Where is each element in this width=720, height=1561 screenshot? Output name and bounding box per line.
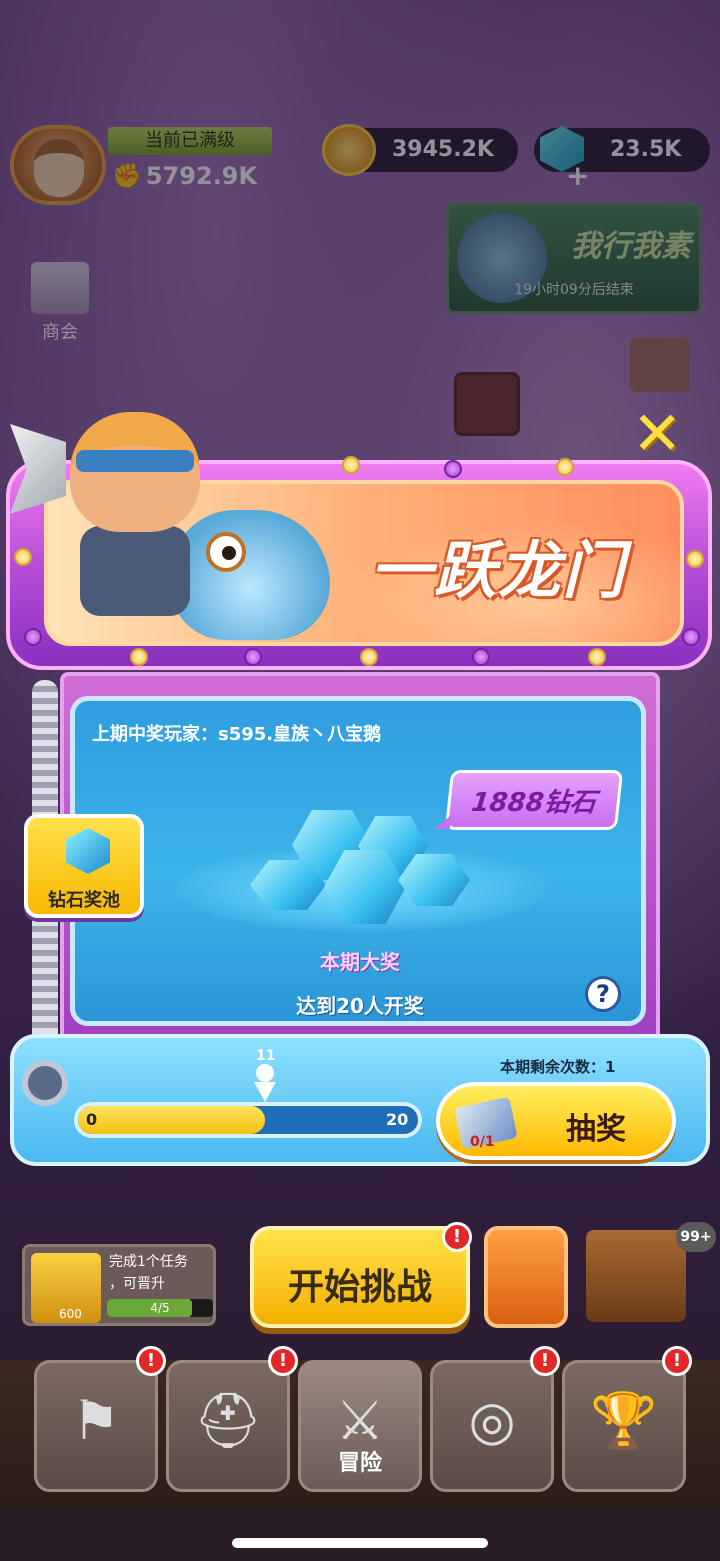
flag-sword-icon: ⚑	[71, 1389, 121, 1452]
diamond-pool-label: 钻石奖池	[48, 890, 120, 911]
alert-badge: !	[136, 1346, 166, 1376]
trophy-icon: 🏆	[590, 1389, 658, 1452]
nav-banner[interactable]: ⚑	[34, 1360, 158, 1492]
task-text-line1: 完成1个任务	[109, 1254, 188, 1270]
bulb-light	[244, 648, 262, 666]
nav-adventure[interactable]: ⚔ 冒险	[298, 1360, 422, 1492]
nav-adventure-label: 冒险	[337, 1451, 382, 1476]
nav-helmet[interactable]: ⛑	[166, 1360, 290, 1492]
hero-body	[80, 526, 190, 616]
bulb-light	[682, 628, 700, 646]
bulb-light	[130, 648, 148, 666]
progress-min: 0	[86, 1110, 98, 1129]
task-reward: 600	[59, 1307, 82, 1321]
remaining-attempts: 本期剩余次数：1	[500, 1058, 616, 1076]
nav-trophy[interactable]: 🏆	[562, 1360, 686, 1492]
treasure-chest-icon[interactable]	[586, 1230, 686, 1322]
shield-sword-button[interactable]	[484, 1226, 568, 1328]
lever-knob	[22, 1060, 68, 1106]
chest-count-badge: 99+	[676, 1222, 716, 1252]
marker-body	[254, 1082, 276, 1102]
bulb-light	[588, 648, 606, 666]
marker-head	[256, 1064, 274, 1082]
bulb-light	[472, 648, 490, 666]
modal-title: 一跃龙门	[370, 534, 627, 607]
bulb-light	[342, 456, 360, 474]
diamond-pool-button[interactable]: 钻石奖池	[24, 814, 144, 918]
home-indicator[interactable]	[232, 1538, 488, 1548]
grand-prize-label: 本期大奖	[320, 950, 400, 974]
alert-badge: !	[530, 1346, 560, 1376]
bulb-light	[556, 458, 574, 476]
start-challenge-label: 开始挑战	[287, 1267, 432, 1308]
help-icon[interactable]: ?	[585, 976, 621, 1012]
gem-icon	[66, 828, 110, 874]
progress-current: 11	[256, 1048, 276, 1064]
task-progress-bar: 4/5	[107, 1299, 213, 1317]
bulb-light	[360, 648, 378, 666]
viking-helmet-icon: ⛑	[193, 1389, 263, 1452]
close-icon[interactable]: ✕	[632, 404, 682, 464]
bulb-light	[686, 550, 704, 568]
promotion-task-card[interactable]: 600 完成1个任务 ，可晋升 4/5	[22, 1244, 216, 1326]
last-winner-text: 上期中奖玩家：s595.皇族丶八宝鹅	[92, 724, 382, 745]
target-icon: ◎	[468, 1389, 516, 1452]
prize-tag: 1888钻石	[444, 770, 624, 830]
progress-max: 20	[386, 1110, 409, 1129]
participant-progress-bar	[74, 1102, 422, 1138]
hero-character	[10, 402, 260, 642]
crossed-swords-icon: ⚔	[335, 1389, 385, 1452]
banner-icon: 600	[31, 1253, 101, 1323]
progress-fill	[78, 1106, 265, 1134]
task-text: 完成1个任务 ，可晋升	[109, 1251, 188, 1295]
hero-blindfold	[76, 450, 194, 472]
draw-button[interactable]: 0/1 抽奖	[436, 1082, 676, 1160]
task-progress-text: 4/5	[150, 1301, 170, 1315]
start-challenge-button[interactable]: 开始挑战	[250, 1226, 470, 1328]
task-text-line2: ，可晋升	[109, 1276, 165, 1292]
diamond-pile-icon	[250, 790, 480, 930]
nav-target[interactable]: ◎	[430, 1360, 554, 1492]
draw-label: 抽奖	[566, 1112, 626, 1147]
alert-badge: !	[268, 1346, 298, 1376]
alert-badge: !	[442, 1222, 472, 1252]
hero-head	[70, 412, 200, 532]
person-marker-icon	[254, 1064, 276, 1106]
alert-badge: !	[662, 1346, 692, 1376]
ticket-count: 0/1	[470, 1134, 495, 1150]
bulb-light	[444, 460, 462, 478]
